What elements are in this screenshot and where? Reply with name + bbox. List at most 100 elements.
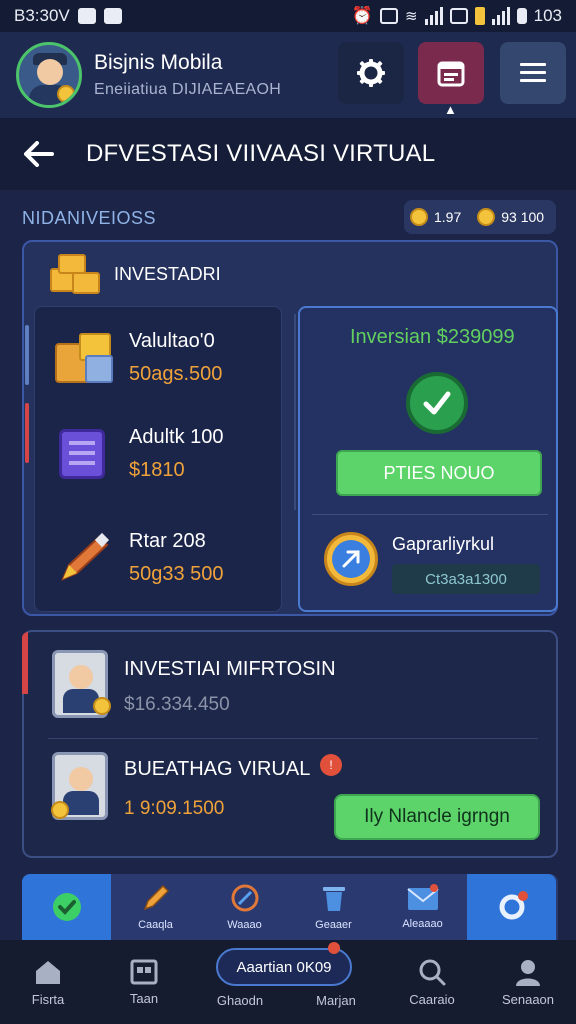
businessman-icon (51, 752, 108, 820)
manage-button[interactable]: Ily Nlancle igrngn (334, 794, 540, 840)
battery-text: 103 (533, 6, 562, 25)
balance-value-2: 93 100 (501, 209, 545, 225)
tool-label: Geaaer (315, 919, 352, 931)
user-icon (516, 959, 540, 986)
nav-label: Marjan (316, 992, 356, 1008)
mute-icon (380, 8, 399, 24)
calendar-icon (437, 61, 465, 87)
nav-label: Taan (129, 990, 159, 1006)
nav-item-home[interactable]: Fisrta (0, 958, 96, 1007)
search-icon (419, 959, 446, 985)
divider (294, 314, 296, 510)
app-subtitle: Eneiiatiua DIJIAEAEAOH (94, 81, 282, 98)
gear-icon (499, 891, 528, 920)
tool-strip: Caaqla Waaao Geaaer Aleaaao (22, 874, 558, 940)
back-button[interactable] (24, 134, 64, 174)
signal-icon (424, 7, 443, 25)
payment-code-field[interactable]: Ct3a3a1300 (392, 564, 540, 594)
wifi-icon: ≋ (405, 8, 418, 25)
investment-card: INVESTADRI Valultao'0 50ags.500 Adultk 1… (22, 240, 558, 616)
gold-safe-icon (55, 329, 113, 387)
app-header: Bisjnis Mobila Eneiiatiua DIJIAEAEAOH (0, 32, 576, 118)
gear-icon (357, 59, 385, 87)
row-amount: $16.334.450 (124, 694, 230, 715)
section-label: NIDANIVEIOSS (22, 208, 157, 228)
list-item[interactable]: Adultk 100 $1810 (55, 419, 275, 489)
investment-summary-panel: Inversian $239099 PTIES NOUO Gaprarliyrk… (298, 306, 558, 612)
investment-total: Inversian $239099 (350, 326, 515, 348)
tool-item-edit[interactable]: Caaqla (111, 874, 200, 940)
status-bar: B3:30V ⏰ ≋ 103 (0, 0, 576, 32)
compass-icon (231, 884, 258, 912)
mail-icon (406, 884, 439, 910)
crate-icon (55, 425, 113, 483)
battery-icon (516, 8, 527, 24)
divider (312, 514, 548, 515)
payment-badge-icon (324, 532, 378, 586)
tool-item-target[interactable]: Waaao (200, 874, 289, 940)
nav-item-grid[interactable]: Taan (96, 959, 192, 1006)
item-amount: 50g33 500 (129, 563, 224, 585)
trash-icon (322, 887, 345, 911)
balance-pill[interactable]: 1.97 93 100 (404, 200, 556, 234)
tool-item-trash[interactable]: Geaaer (289, 874, 378, 940)
dashboard-icon (130, 959, 158, 984)
app-notification-icon (103, 8, 122, 24)
coin-icon (477, 208, 496, 226)
row-amount: 1 9:09.1500 (124, 798, 225, 819)
item-name: Rtar 208 (129, 530, 206, 552)
list-item[interactable]: Valultao'0 50ags.500 (55, 323, 275, 393)
investment-list: Valultao'0 50ags.500 Adultk 100 $1810 Rt… (25, 306, 282, 612)
item-name: Adultk 100 (129, 426, 224, 448)
notification-icon (77, 8, 96, 24)
row-title: BUEATHAG VIRUAL (124, 758, 311, 780)
title-bar: DFVESTASI VIIVAASI VIRTUAL (0, 118, 576, 190)
row-title: INVESTIAI MIFRTOSIN (124, 658, 336, 680)
investor-badge-icon (52, 650, 111, 718)
notification-dot-icon (328, 942, 340, 954)
pointer-caret-icon: ▲ (444, 102, 457, 117)
list-item[interactable]: Rtar 208 50g33 500 (55, 523, 275, 593)
shield-check-icon (52, 893, 81, 921)
app-name: Bisjnis Mobila (94, 51, 223, 74)
nav-label: Ghaodn (216, 992, 264, 1008)
item-amount: $1810 (129, 459, 185, 481)
balance-value-1: 1.97 (434, 209, 462, 225)
nav-item-profile[interactable]: Senaaon (480, 958, 576, 1007)
sim-icon (449, 8, 468, 24)
status-time: B3:30V (14, 6, 70, 25)
signal-icon-2 (491, 7, 510, 25)
virtual-investment-card: INVESTIAI MIFRTOSIN $16.334.450 BUEATHAG… (22, 630, 558, 858)
coin-icon (410, 208, 428, 226)
calendar-button[interactable] (418, 42, 484, 104)
battery-saver-icon (474, 7, 485, 25)
confirm-button[interactable]: PTIES NOUO (336, 450, 542, 496)
nav-label: Fisrta (31, 991, 65, 1007)
hamburger-icon (520, 63, 546, 82)
back-arrow-icon (24, 141, 54, 167)
gold-bars-icon (50, 252, 102, 296)
alarm-icon: ⏰ (351, 6, 374, 25)
tool-item-mail[interactable]: Aleaaao (378, 874, 467, 940)
tool-item-settings[interactable] (467, 874, 556, 940)
pencil-icon (143, 884, 169, 911)
pencil-icon (55, 529, 113, 587)
payment-label: Gaprarliyrkul (392, 534, 495, 554)
item-amount: 50ags.500 (129, 363, 223, 385)
item-name: Valultao'0 (129, 330, 215, 352)
check-icon (406, 372, 468, 434)
investment-card-title: INVESTADRI (114, 263, 221, 284)
avatar[interactable] (16, 42, 82, 108)
home-icon (36, 960, 60, 984)
tool-label: Aleaaao (402, 918, 443, 930)
divider (48, 738, 538, 739)
alert-badge-icon: ! (320, 754, 342, 776)
tool-label: Caaqla (138, 919, 173, 931)
nav-item-search[interactable]: Caaraio (384, 958, 480, 1007)
tool-label: Waaao (227, 919, 262, 931)
settings-button[interactable] (338, 42, 404, 104)
nav-label: Senaaon (501, 991, 555, 1007)
menu-button[interactable] (500, 42, 566, 104)
tool-item-shield[interactable] (22, 874, 111, 940)
nav-label: Caaraio (409, 991, 455, 1007)
